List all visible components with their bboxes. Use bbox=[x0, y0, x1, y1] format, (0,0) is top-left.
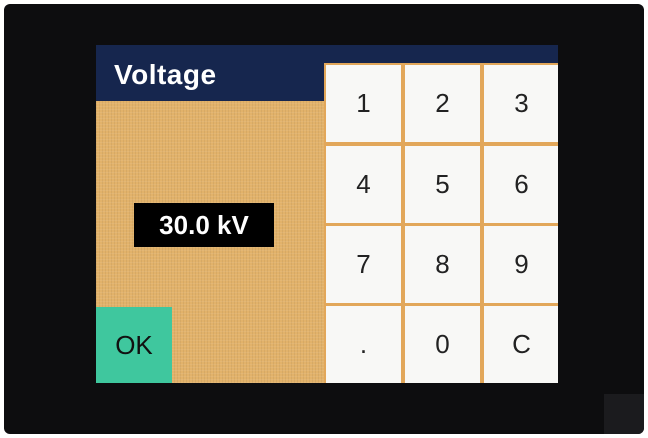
key-9[interactable]: 9 bbox=[484, 226, 558, 303]
key-7[interactable]: 7 bbox=[326, 226, 401, 303]
dialog-title: Voltage bbox=[114, 59, 217, 90]
value-display: 30.0 kV bbox=[134, 203, 274, 247]
key-6[interactable]: 6 bbox=[484, 146, 558, 223]
key-0[interactable]: 0 bbox=[405, 306, 480, 383]
key-1[interactable]: 1 bbox=[326, 65, 401, 142]
key-clear[interactable]: C bbox=[484, 306, 558, 383]
touch-screen: Voltage 30.0 kV OK 1 2 3 4 5 6 7 8 9 . 0… bbox=[96, 45, 558, 383]
ok-button[interactable]: OK bbox=[96, 307, 172, 383]
key-4[interactable]: 4 bbox=[326, 146, 401, 223]
key-5[interactable]: 5 bbox=[405, 146, 480, 223]
numeric-keypad: 1 2 3 4 5 6 7 8 9 . 0 C bbox=[324, 63, 558, 383]
key-3[interactable]: 3 bbox=[484, 65, 558, 142]
key-decimal-point[interactable]: . bbox=[326, 306, 401, 383]
key-2[interactable]: 2 bbox=[405, 65, 480, 142]
bezel-corner bbox=[604, 394, 644, 434]
key-8[interactable]: 8 bbox=[405, 226, 480, 303]
